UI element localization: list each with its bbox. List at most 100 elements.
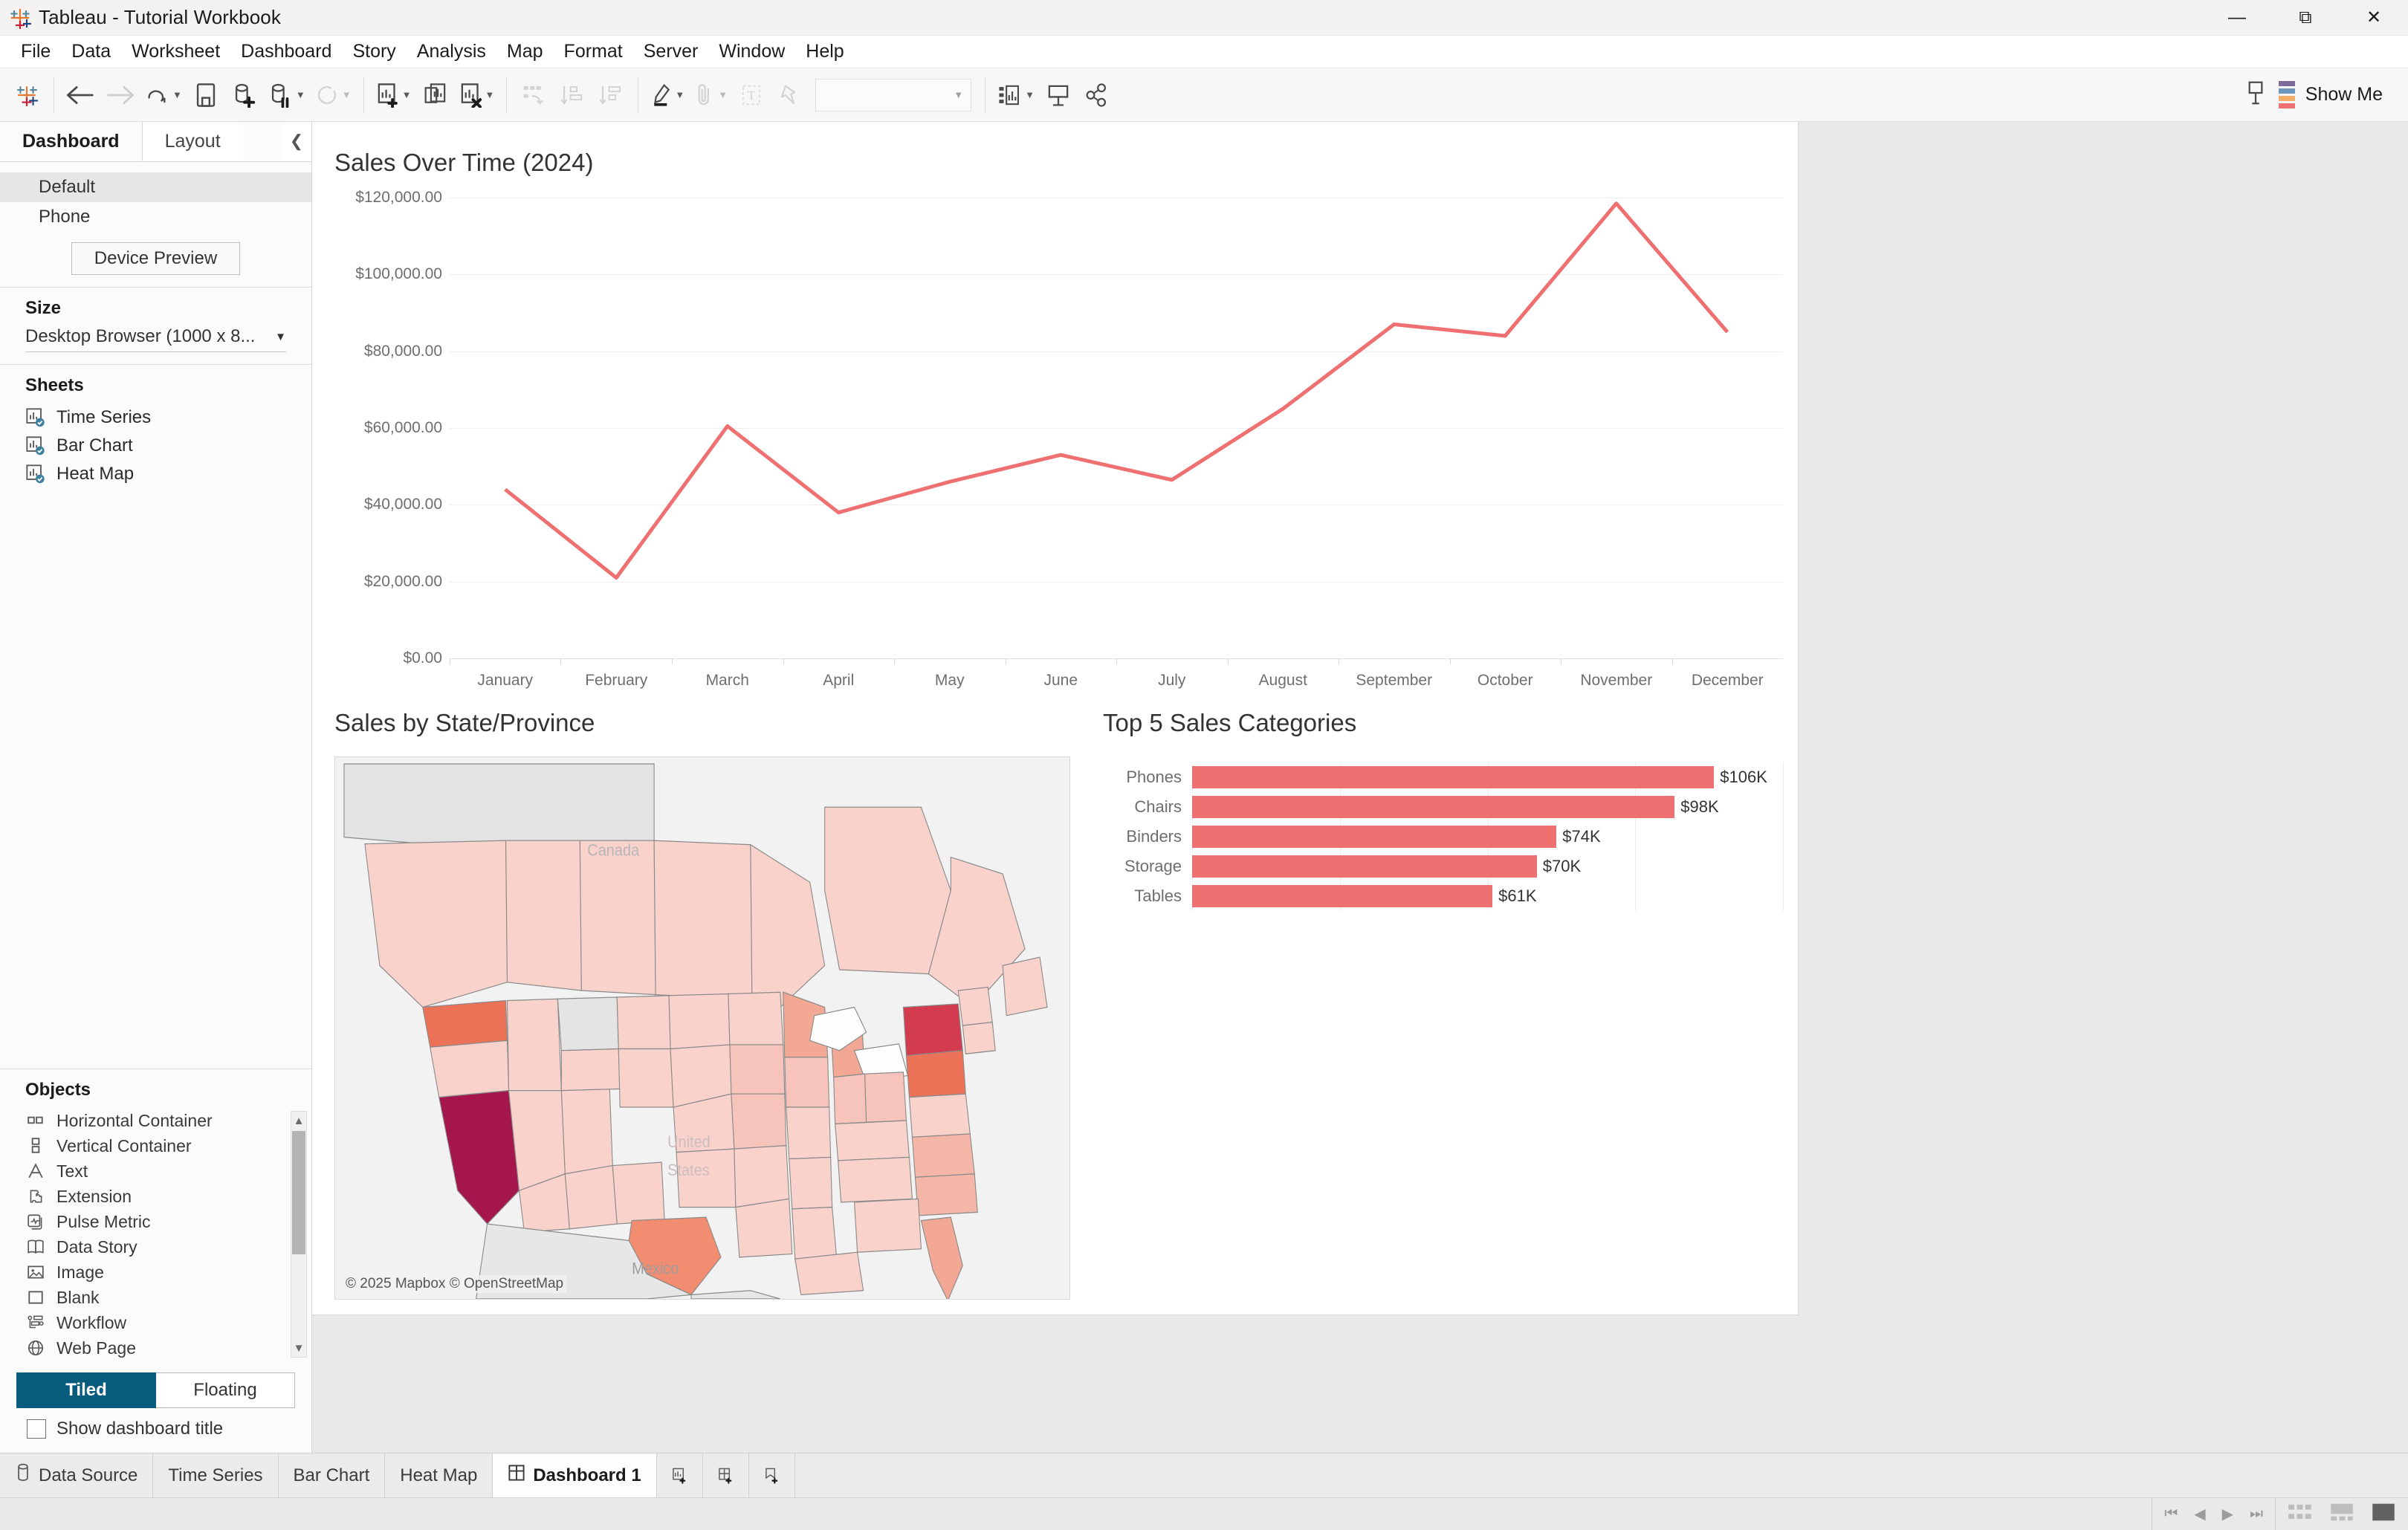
show-dashboard-title-row[interactable]: Show dashboard title	[0, 1408, 311, 1453]
sheet-item-bar-chart[interactable]: Bar Chart	[0, 432, 311, 460]
sort-descending-icon[interactable]	[592, 74, 630, 116]
bar-row[interactable]: Tables $61K	[1103, 881, 1783, 911]
chevron-down-icon[interactable]: ▼	[342, 89, 352, 100]
object-text[interactable]: Text	[0, 1158, 292, 1184]
single-view-icon[interactable]	[2371, 1503, 2396, 1526]
back-arrow-icon[interactable]	[62, 74, 100, 116]
device-preview-button[interactable]: Device Preview	[71, 242, 241, 275]
new-dashboard-tab-icon[interactable]	[703, 1453, 749, 1497]
show-me-area[interactable]: Show Me	[2243, 79, 2401, 111]
size-select[interactable]: Desktop Browser (1000 x 8... ▼	[25, 326, 286, 352]
object-web-page[interactable]: Web Page	[0, 1335, 292, 1361]
bar-fill[interactable]	[1192, 826, 1557, 848]
bar-fill[interactable]	[1192, 796, 1675, 818]
tab-heat-map[interactable]: Heat Map	[385, 1453, 493, 1497]
tab-dashboard[interactable]: Dashboard	[0, 122, 142, 161]
tab-time-series[interactable]: Time Series	[153, 1453, 279, 1497]
menu-item-dashboard[interactable]: Dashboard	[230, 38, 342, 65]
menu-item-map[interactable]: Map	[496, 38, 554, 65]
bar-row[interactable]: Phones $106K	[1103, 762, 1783, 792]
restore-icon[interactable]: ⧉	[2271, 0, 2340, 36]
device-preview-icon[interactable]	[2243, 79, 2268, 111]
menu-item-story[interactable]: Story	[342, 38, 406, 65]
highlight-icon[interactable]: ▼	[646, 74, 689, 116]
show-dashboard-title-checkbox[interactable]	[27, 1419, 46, 1439]
viz-sales-over-time[interactable]: Sales Over Time (2024) $120,000.00 $100,0…	[312, 122, 1798, 709]
duplicate-sheet-icon[interactable]	[416, 74, 455, 116]
menu-item-analysis[interactable]: Analysis	[407, 38, 496, 65]
next-page-icon[interactable]: ▶	[2222, 1505, 2233, 1523]
share-icon[interactable]	[1078, 74, 1116, 116]
new-worksheet-icon[interactable]: ▼	[372, 74, 416, 116]
bar-row[interactable]: Chairs $98K	[1103, 792, 1783, 822]
chevron-down-icon[interactable]: ▼	[172, 89, 182, 100]
menu-item-worksheet[interactable]: Worksheet	[121, 38, 230, 65]
show-me-icon[interactable]	[2278, 81, 2295, 108]
undo-redo-icon[interactable]: ▼	[139, 74, 187, 116]
object-image[interactable]: Image	[0, 1260, 292, 1285]
show-me-label[interactable]: Show Me	[2305, 84, 2383, 106]
viz-top-sales-categories[interactable]: Top 5 Sales Categories Phones $106K Chairs…	[1103, 709, 1784, 1300]
menu-item-server[interactable]: Server	[633, 38, 709, 65]
object-extension[interactable]: Extension	[0, 1184, 292, 1209]
new-story-tab-icon[interactable]	[749, 1453, 795, 1497]
chevron-down-icon[interactable]: ▼	[718, 89, 728, 100]
pause-auto-update-icon[interactable]: ▼	[264, 74, 310, 116]
refresh-icon[interactable]: ▼	[310, 74, 356, 116]
choropleth-map[interactable]: Canada United States Mexico © 2025 Mapbo…	[334, 756, 1070, 1300]
first-page-icon[interactable]: ⏮	[2164, 1505, 2178, 1523]
tab-data-source[interactable]: Data Source	[0, 1453, 154, 1497]
object-horizontal-container[interactable]: Horizontal Container	[0, 1108, 292, 1133]
scrollbar-thumb[interactable]	[292, 1131, 305, 1254]
scroll-down-arrow-icon[interactable]: ▼	[291, 1339, 306, 1357]
filmstrip-view-icon[interactable]	[2329, 1503, 2354, 1526]
sheet-item-heat-map[interactable]: Heat Map	[0, 460, 311, 488]
device-layout-phone[interactable]: Phone	[0, 202, 311, 232]
text-box-icon[interactable]: T	[732, 74, 771, 116]
previous-page-icon[interactable]: ◀	[2194, 1505, 2205, 1523]
tab-bar-chart[interactable]: Bar Chart	[279, 1453, 386, 1497]
tiled-button[interactable]: Tiled	[16, 1372, 156, 1408]
show-hide-cards-icon[interactable]: ▼	[993, 74, 1039, 116]
forward-arrow-icon[interactable]	[100, 74, 139, 116]
sort-ascending-icon[interactable]	[553, 74, 592, 116]
floating-button[interactable]: Floating	[156, 1372, 295, 1408]
close-icon[interactable]: ✕	[2340, 0, 2408, 36]
add-data-source-icon[interactable]	[225, 74, 264, 116]
minimize-icon[interactable]: —	[2203, 0, 2271, 36]
chevron-down-icon[interactable]: ▼	[675, 89, 684, 100]
bar-fill[interactable]	[1192, 855, 1537, 878]
object-workflow[interactable]: Workflow	[0, 1310, 292, 1335]
bar-fill[interactable]	[1192, 885, 1493, 907]
tab-dashboard-1[interactable]: Dashboard 1	[493, 1453, 657, 1497]
chevron-down-icon[interactable]: ▼	[485, 89, 495, 100]
fit-selector[interactable]: ▼	[815, 78, 972, 111]
menu-item-data[interactable]: Data	[61, 38, 121, 65]
object-pulse-metric[interactable]: Pulse Metric	[0, 1209, 292, 1234]
bar-fill[interactable]	[1192, 766, 1715, 788]
chevron-down-icon[interactable]: ▼	[1025, 89, 1035, 100]
object-vertical-container[interactable]: Vertical Container	[0, 1133, 292, 1158]
menu-item-help[interactable]: Help	[795, 38, 854, 65]
menu-item-file[interactable]: File	[10, 38, 61, 65]
presentation-mode-icon[interactable]	[1039, 74, 1078, 116]
object-data-story[interactable]: Data Story	[0, 1234, 292, 1260]
tab-layout[interactable]: Layout	[141, 122, 243, 161]
device-layout-default[interactable]: Default	[0, 172, 311, 202]
sheet-item-time-series[interactable]: Time Series	[0, 403, 311, 432]
pin-icon[interactable]	[771, 74, 809, 116]
object-blank[interactable]: Blank	[0, 1285, 292, 1310]
last-page-icon[interactable]: ⏭	[2250, 1505, 2263, 1523]
line-chart-plot[interactable]	[450, 198, 1783, 659]
chevron-left-icon[interactable]: ❮	[282, 122, 311, 161]
grid-view-icon[interactable]	[2288, 1503, 2313, 1526]
swap-rows-columns-icon[interactable]	[514, 74, 553, 116]
chevron-down-icon[interactable]: ▼	[296, 89, 305, 100]
menu-item-format[interactable]: Format	[554, 38, 633, 65]
viz-sales-by-state[interactable]: Sales by State/Province Canada United St…	[334, 709, 1070, 1300]
bar-row[interactable]: Binders $74K	[1103, 822, 1783, 852]
menu-item-window[interactable]: Window	[708, 38, 795, 65]
objects-scrollbar[interactable]: ▲ ▼	[291, 1111, 307, 1358]
new-worksheet-tab-icon[interactable]	[657, 1453, 703, 1497]
chevron-down-icon[interactable]: ▼	[402, 89, 412, 100]
